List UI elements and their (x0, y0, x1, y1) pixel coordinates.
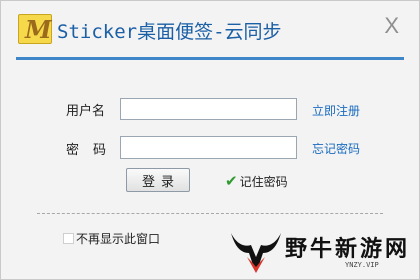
login-button[interactable]: 登录 (126, 168, 190, 192)
remember-password-label: 记住密码 (239, 175, 288, 189)
password-input[interactable] (120, 136, 297, 159)
dashed-divider (37, 213, 383, 214)
watermark-subtext: YNZY.VIP (345, 261, 379, 269)
register-link[interactable]: 立即注册 (312, 102, 360, 119)
window-title: Sticker桌面便签-云同步 (57, 21, 282, 43)
watermark-text: 野牛新游网 (285, 237, 411, 262)
username-label: 用户名 (66, 104, 106, 119)
checkbox-icon (63, 233, 74, 244)
sticker-app-icon: M (18, 14, 52, 44)
bull-logo-icon (231, 233, 281, 273)
site-watermark: 野牛新游网 YNZY.VIP (227, 227, 417, 277)
forgot-password-link[interactable]: 忘记密码 (312, 140, 360, 157)
password-label: 密码 (66, 143, 121, 158)
close-icon[interactable]: X (384, 13, 399, 39)
username-input[interactable] (120, 98, 297, 120)
login-window: M Sticker桌面便签-云同步 X 用户名 立即注册 密码 忘记密码 登录 … (0, 0, 420, 280)
checkmark-icon: ✔ (225, 172, 238, 190)
dont-show-again-checkbox[interactable]: 不再显示此窗口 (63, 230, 160, 247)
title-divider (16, 57, 404, 60)
dont-show-again-label: 不再显示此窗口 (76, 232, 161, 246)
remember-password-checkbox[interactable]: ✔ 记住密码 (225, 172, 288, 190)
